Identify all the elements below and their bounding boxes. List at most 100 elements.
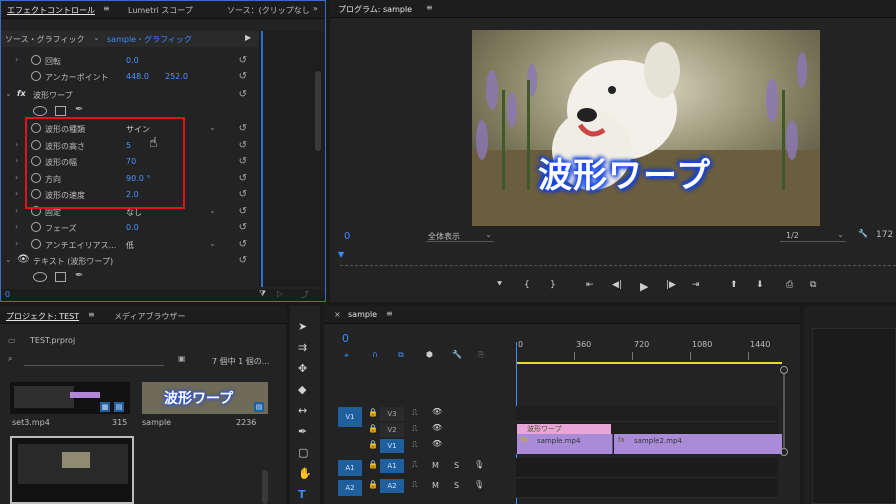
resolution-dropdown[interactable]: 1/2 ⌄ (780, 230, 846, 242)
reset-icon[interactable]: ↺ (239, 55, 247, 66)
eye-icon[interactable]: 👁 (17, 254, 30, 265)
new-bin-icon[interactable]: ▣ (178, 354, 186, 363)
reset-icon[interactable]: ↺ (239, 206, 247, 217)
extract-icon[interactable]: ⬇ (756, 280, 764, 290)
mini-playhead[interactable] (261, 31, 263, 287)
sync-lock-icon[interactable]: ⎍ (412, 440, 418, 450)
reset-icon[interactable]: ↺ (239, 140, 247, 151)
mark-out-icon[interactable]: } (550, 280, 556, 290)
export-frame-icon[interactable]: ⎙ (786, 280, 793, 290)
solo-button[interactable]: S (454, 481, 459, 490)
slip-tool-icon[interactable]: ↔ (298, 404, 307, 417)
pen-icon[interactable]: ✒ (75, 270, 83, 281)
track-target[interactable]: V2 (380, 423, 404, 437)
compare-icon[interactable]: ⧉ (810, 280, 816, 290)
stopwatch-icon[interactable] (31, 55, 41, 65)
sync-lock-icon[interactable]: ⎍ (412, 424, 418, 434)
step-back-icon[interactable]: ◀| (612, 280, 622, 290)
source-patch-a[interactable]: A1 (338, 460, 362, 476)
collapse-icon[interactable]: ⌄ (5, 255, 12, 264)
rect-mask-icon[interactable] (55, 106, 66, 116)
reset-icon[interactable]: ↺ (239, 173, 247, 184)
expand-icon[interactable]: › (15, 55, 18, 64)
hand-tool-icon[interactable]: ✋ (298, 467, 312, 480)
chevron-down-icon[interactable]: ⌄ (93, 33, 100, 42)
lock-icon[interactable]: 🔒 (368, 440, 378, 449)
panel-menu-icon[interactable]: ≡ (386, 309, 393, 318)
effects-timecode[interactable]: 0 (5, 290, 10, 299)
play-audio-icon[interactable]: ▷ (277, 289, 283, 298)
sync-lock-icon[interactable]: ⎍ (412, 460, 418, 470)
overflow-icon[interactable]: » (313, 4, 318, 13)
project-scrollbar[interactable] (262, 470, 268, 504)
sync-lock-icon[interactable]: ⎍ (412, 480, 418, 490)
mic-icon[interactable]: 🎙 (474, 480, 484, 489)
rect-mask-icon[interactable] (55, 272, 66, 282)
fit-dropdown[interactable]: 全体表示 ⌄ (426, 230, 494, 242)
mini-scrollbar[interactable] (315, 71, 321, 151)
title-clip[interactable]: 波形ワープ (517, 424, 611, 434)
tab-lumetri[interactable]: Lumetri スコープ (128, 5, 193, 16)
ellipse-mask-icon[interactable] (33, 106, 47, 116)
mic-icon[interactable]: 🎙 (474, 460, 484, 469)
track-target[interactable]: V1 (380, 439, 404, 453)
program-timecode[interactable]: 0 (344, 231, 350, 242)
stopwatch-icon[interactable] (31, 222, 41, 232)
snap-icon[interactable]: ∩ (372, 350, 378, 359)
expand-icon[interactable]: › (15, 140, 18, 149)
go-to-in-icon[interactable]: ⇤ (586, 280, 594, 290)
expand-icon[interactable]: › (15, 222, 18, 231)
video-clip-1[interactable]: fx sample.mp4 (517, 434, 613, 454)
expand-icon[interactable]: › (15, 239, 18, 248)
track-target[interactable]: A2 (380, 479, 404, 493)
reset-icon[interactable]: ↺ (239, 71, 247, 82)
eye-icon[interactable]: 👁 (432, 439, 442, 448)
timeline-timecode[interactable]: 0 (342, 332, 349, 345)
reset-icon[interactable]: ↺ (239, 123, 247, 134)
param-value2[interactable]: 252.0 (165, 72, 188, 81)
thumb-sample[interactable]: 波形ワープ ▤ (142, 382, 268, 414)
param-value[interactable]: 448.0 (126, 72, 149, 81)
fx-badge[interactable]: fx (17, 89, 26, 98)
razor-tool-icon[interactable]: ◆ (298, 383, 306, 396)
lift-icon[interactable]: ⬆ (730, 280, 738, 290)
mark-in-icon[interactable]: { (524, 280, 530, 290)
chevron-down-icon[interactable]: ⌄ (209, 239, 216, 248)
go-to-out-icon[interactable]: ⇥ (692, 280, 700, 290)
param-value[interactable]: 0.0 (126, 223, 139, 232)
source-patch-a[interactable]: A2 (338, 480, 362, 496)
linked-icon[interactable]: ⧉ (398, 350, 404, 360)
video-clip-2[interactable]: fx sample2.mp4 (614, 434, 782, 454)
tab-effect-controls[interactable]: エフェクトコントロール (7, 5, 95, 16)
play-icon[interactable]: ▶ (640, 280, 648, 293)
track-lane[interactable] (516, 458, 778, 478)
eye-icon[interactable]: 👁 (432, 423, 442, 432)
nest-icon[interactable]: ⚹ (344, 350, 349, 360)
reset-icon[interactable]: ↺ (239, 189, 247, 200)
title-overlay[interactable]: 波形ワープ (538, 148, 711, 197)
marker-icon[interactable]: ⬢ (426, 350, 433, 359)
wrench-icon[interactable]: 🔧 (858, 229, 868, 238)
expand-icon[interactable]: › (15, 189, 18, 198)
sync-lock-icon[interactable]: ⎍ (412, 408, 418, 418)
lock-icon[interactable]: 🔒 (368, 460, 378, 469)
vertical-scroll[interactable] (780, 366, 788, 504)
panel-menu-icon[interactable]: ≡ (88, 310, 95, 319)
reset-icon[interactable]: ↺ (239, 156, 247, 167)
track-select-icon[interactable]: ⇉ (298, 341, 307, 354)
track-target[interactable]: V3 (380, 407, 404, 421)
eye-icon[interactable]: 👁 (432, 407, 442, 416)
ripple-edit-icon[interactable]: ✥ (298, 362, 307, 375)
close-icon[interactable]: × (334, 310, 341, 319)
stopwatch-icon[interactable] (31, 71, 41, 81)
chevron-down-icon[interactable]: ⌄ (209, 123, 216, 132)
stopwatch-icon[interactable] (31, 238, 41, 249)
selection-tool-icon[interactable]: ➤ (298, 320, 307, 333)
lock-icon[interactable]: 🔒 (368, 408, 378, 417)
program-scrubber[interactable]: ▼ (338, 250, 896, 266)
lock-icon[interactable]: 🔒 (368, 424, 378, 433)
caption-icon[interactable]: ⎘ (478, 350, 484, 360)
add-marker-icon[interactable]: ⯆ (496, 280, 503, 290)
ellipse-mask-icon[interactable] (33, 272, 47, 282)
track-lane[interactable] (516, 406, 778, 422)
